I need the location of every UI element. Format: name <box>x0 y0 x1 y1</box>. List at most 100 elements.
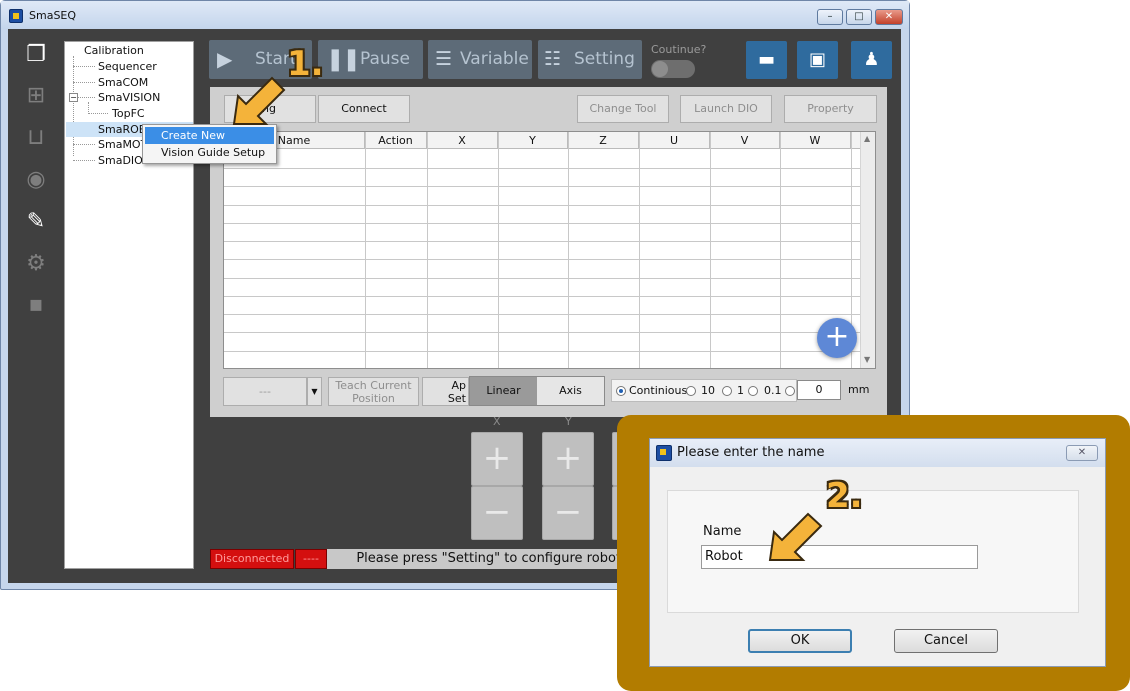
tree-item-smamotion[interactable]: SmaMOT <box>98 138 147 151</box>
radio-0-1[interactable] <box>748 386 758 396</box>
variable-button[interactable]: ☰ Variable <box>428 40 532 79</box>
property-button[interactable]: Property <box>784 95 877 123</box>
user-button[interactable]: ♟ <box>851 41 892 79</box>
apply-line-2: Set <box>447 392 466 405</box>
ok-button[interactable]: OK <box>748 629 852 653</box>
save-button[interactable]: ▣ <box>797 41 838 79</box>
radio-1[interactable] <box>722 386 732 396</box>
tree-item-smadio[interactable]: SmaDIO <box>98 154 143 167</box>
pause-label: Pause <box>360 49 410 69</box>
connection-status: Disconnected <box>210 549 294 569</box>
maximize-button[interactable]: □ <box>846 9 872 25</box>
pause-button[interactable]: ❚❚ Pause <box>318 40 423 79</box>
context-menu: Create New Vision Guide Setup <box>142 124 277 164</box>
tree-connector <box>73 56 74 156</box>
chevron-down-icon[interactable]: ▼ <box>307 377 322 406</box>
column-header-x[interactable]: X <box>427 132 498 149</box>
column-header-y[interactable]: Y <box>498 132 568 149</box>
jog-x-minus-button[interactable]: − <box>471 486 523 540</box>
step-1-arrow-icon <box>232 76 286 125</box>
mode-linear-tab[interactable]: Linear <box>470 377 537 405</box>
toggle-knob <box>652 61 668 77</box>
list-icon: ☰ <box>435 48 453 70</box>
step-unit-label: mm <box>848 383 870 396</box>
window-title: SmaSEQ <box>29 9 77 22</box>
scroll-up-icon[interactable]: ▲ <box>864 134 870 143</box>
vision-eye-icon[interactable]: ◉ <box>22 166 50 194</box>
column-header-action[interactable]: Action <box>365 132 427 149</box>
tree-connector <box>73 144 95 145</box>
connect-button[interactable]: Connect <box>318 95 410 123</box>
status-dash: ---- <box>295 549 327 569</box>
cancel-button[interactable]: Cancel <box>894 629 998 653</box>
point-table[interactable]: Name Action X Y Z U V W ▲ ▼ <box>223 131 876 369</box>
column-header-u[interactable]: U <box>639 132 710 149</box>
radio-custom[interactable] <box>785 386 795 396</box>
minimize-button[interactable]: – <box>817 9 843 25</box>
tree-item-sequencer[interactable]: Sequencer <box>98 60 157 73</box>
grid-line <box>224 241 860 242</box>
robot-arm-icon[interactable]: ✎ <box>22 208 50 236</box>
jog-y-minus-button[interactable]: − <box>542 486 594 540</box>
radio-continious[interactable] <box>616 386 626 396</box>
close-button[interactable]: ✕ <box>875 9 903 25</box>
tree-item-smacom[interactable]: SmaCOM <box>98 76 148 89</box>
name-input[interactable]: Robot <box>701 545 978 569</box>
step-1-annotation: 1. <box>287 44 324 84</box>
dialog-app-icon <box>656 445 672 461</box>
io-icon[interactable]: ⊔ <box>22 124 50 152</box>
tree-connector <box>77 97 95 98</box>
column-header-v[interactable]: V <box>710 132 780 149</box>
dialog-close-button[interactable]: ✕ <box>1066 445 1098 461</box>
user-icon: ♟ <box>863 49 880 70</box>
robot-select-dropdown[interactable]: --- <box>223 377 307 406</box>
dio-icon[interactable]: ▪ <box>22 291 50 319</box>
jog-x-plus-button[interactable]: + <box>471 432 523 486</box>
scroll-down-icon[interactable]: ▼ <box>864 355 870 364</box>
radio-continious-label: Continious <box>629 384 688 397</box>
pages-icon[interactable]: ❐ <box>22 41 50 69</box>
step-options-group: Continious 10 1 0.1 <box>611 379 797 402</box>
launch-dio-button[interactable]: Launch DIO <box>680 95 772 123</box>
grid-line <box>224 332 860 333</box>
apply-set-button[interactable]: Ap Set <box>422 377 469 406</box>
radio-10[interactable] <box>686 386 696 396</box>
mode-axis-tab[interactable]: Axis <box>537 377 604 405</box>
mode-segmented-control: Linear Axis <box>469 376 605 406</box>
setting-toolbar-button[interactable]: ☷ Setting <box>538 40 642 79</box>
dialog-title: Please enter the name <box>677 445 825 460</box>
column-header-z[interactable]: Z <box>568 132 639 149</box>
menu-item-vision-guide-setup[interactable]: Vision Guide Setup <box>145 144 274 161</box>
radio-0-1-label: 0.1 <box>764 384 782 397</box>
continue-toggle[interactable] <box>651 60 695 78</box>
jog-y-plus-button[interactable]: + <box>542 432 594 486</box>
sliders-icon: ☷ <box>544 48 562 70</box>
plus-icon: + <box>824 319 850 354</box>
change-tool-button[interactable]: Change Tool <box>577 95 669 123</box>
radio-10-label: 10 <box>701 384 715 397</box>
grid-line <box>224 296 860 297</box>
tree-item-calibration[interactable]: Calibration <box>84 44 144 57</box>
step-2-arrow-icon <box>768 512 823 561</box>
open-folder-button[interactable]: ▬ <box>746 41 787 79</box>
status-message: Please press "Setting" to configure robo… <box>327 549 627 569</box>
tree-item-topfc[interactable]: TopFC <box>112 107 145 120</box>
folder-icon: ▬ <box>757 49 775 70</box>
save-icon: ▣ <box>808 49 826 70</box>
add-point-button[interactable]: + <box>817 318 857 358</box>
step-value-input[interactable]: 0 <box>797 380 841 400</box>
grid-line <box>224 223 860 224</box>
flow-icon[interactable]: ⊞ <box>22 82 50 110</box>
motion-gear-icon[interactable]: ⚙ <box>22 250 50 278</box>
teach-current-position-button[interactable]: Teach Current Position <box>328 377 419 406</box>
tree-item-smavision[interactable]: SmaVISION <box>98 91 160 104</box>
project-tree: − Calibration Sequencer SmaCOM SmaVISION… <box>64 41 194 569</box>
collapse-toggle-icon[interactable]: − <box>69 93 78 102</box>
grid-line <box>224 205 860 206</box>
column-header-w[interactable]: W <box>780 132 851 149</box>
jog-y-label: Y <box>565 415 572 428</box>
name-label: Name <box>703 524 742 539</box>
tree-item-smarobot[interactable]: SmaROB <box>98 123 146 136</box>
teach-line-2: Position <box>352 392 395 405</box>
table-scrollbar[interactable]: ▲ ▼ <box>860 132 875 368</box>
